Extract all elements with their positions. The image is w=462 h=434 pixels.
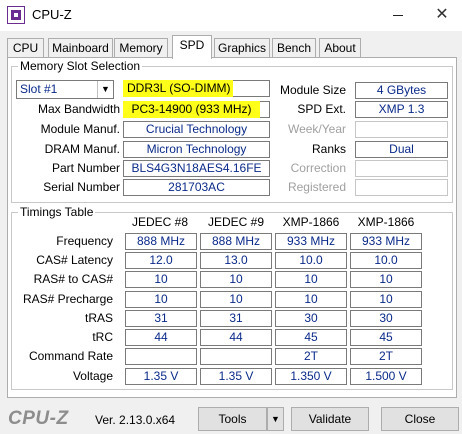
close-window-button[interactable]: ✕ bbox=[432, 5, 452, 25]
dram-manuf-field: Micron Technology bbox=[123, 141, 270, 158]
tab-mainboard[interactable]: Mainboard bbox=[48, 38, 113, 58]
timing-value-cell: 10 bbox=[275, 271, 347, 288]
timing-row-label: CAS# Latency bbox=[36, 253, 113, 267]
module-manuf-label: Module Manuf. bbox=[40, 122, 120, 136]
timing-row-label: Voltage bbox=[72, 369, 113, 383]
chevron-down-icon: ▼ bbox=[271, 414, 280, 424]
spd-ext-label: SPD Ext. bbox=[297, 102, 346, 116]
timing-row-label: tRAS bbox=[84, 311, 113, 325]
timing-value-cell: 44 bbox=[125, 329, 197, 346]
timings-table-title: Timings Table bbox=[18, 205, 96, 219]
timing-value-cell: 888 MHz bbox=[125, 233, 197, 250]
timing-value-cell: 12.0 bbox=[125, 252, 197, 269]
timing-value-cell: 2T bbox=[350, 348, 422, 365]
timing-value-cell: 1.350 V bbox=[275, 368, 347, 385]
timing-value-cell: 10.0 bbox=[350, 252, 422, 269]
week-year-field bbox=[355, 121, 448, 138]
title-bar: CPU-Z ✕ bbox=[0, 0, 462, 31]
timing-value-cell: 2T bbox=[275, 348, 347, 365]
timing-value-cell: 10.0 bbox=[275, 252, 347, 269]
slot-select[interactable]: Slot #1 ▼ bbox=[16, 80, 114, 99]
max-bandwidth-field-tail bbox=[260, 101, 270, 118]
timing-value-cell: 45 bbox=[275, 329, 347, 346]
week-year-label: Week/Year bbox=[287, 122, 346, 136]
timing-value-cell: 10 bbox=[125, 291, 197, 308]
timings-column-header: JEDEC #8 bbox=[131, 215, 189, 229]
timing-value-cell: 30 bbox=[350, 310, 422, 327]
module-size-field: 4 GBytes bbox=[355, 82, 448, 99]
registered-label: Registered bbox=[287, 180, 346, 194]
timing-value-cell: 10 bbox=[200, 271, 272, 288]
timings-column-header: JEDEC #9 bbox=[207, 215, 265, 229]
cpu-z-app-icon bbox=[7, 6, 25, 24]
tools-dropdown-button[interactable]: ▼ bbox=[267, 407, 284, 431]
memory-type-field: DDR3L (SO-DIMM) bbox=[123, 80, 233, 97]
minimize-button[interactable] bbox=[388, 5, 408, 25]
timing-row-label: RAS# to CAS# bbox=[33, 272, 113, 286]
chevron-down-icon: ▼ bbox=[97, 81, 113, 98]
timing-value-cell: 933 MHz bbox=[350, 233, 422, 250]
serial-number-label: Serial Number bbox=[43, 180, 120, 194]
cpu-z-logo: CPU-Z bbox=[8, 408, 69, 429]
version-text: Ver. 2.13.0.x64 bbox=[95, 413, 176, 427]
timing-value-cell: 10 bbox=[125, 271, 197, 288]
timing-value-cell: 10 bbox=[350, 291, 422, 308]
window-title: CPU-Z bbox=[32, 7, 72, 22]
ranks-field: Dual bbox=[355, 141, 448, 158]
timing-value-cell: 1.35 V bbox=[200, 368, 272, 385]
spd-ext-field: XMP 1.3 bbox=[355, 101, 448, 118]
minimize-icon bbox=[393, 15, 403, 16]
timing-value-cell bbox=[200, 348, 272, 365]
timing-value-cell: 888 MHz bbox=[200, 233, 272, 250]
ranks-label: Ranks bbox=[311, 142, 346, 156]
timing-value-cell: 10 bbox=[275, 291, 347, 308]
timing-value-cell: 31 bbox=[200, 310, 272, 327]
max-bandwidth-field: PC3-14900 (933 MHz) bbox=[123, 101, 260, 118]
memory-type-field-tail bbox=[233, 80, 270, 97]
timing-row-label: RAS# Precharge bbox=[22, 292, 113, 306]
tab-graphics[interactable]: Graphics bbox=[214, 38, 270, 58]
timing-row-label: Command Rate bbox=[28, 349, 113, 363]
close-button[interactable]: Close bbox=[381, 407, 459, 431]
registered-field bbox=[355, 179, 448, 196]
tab-about[interactable]: About bbox=[319, 38, 361, 58]
timings-column-header: XMP-1866 bbox=[357, 215, 415, 229]
timing-value-cell: 1.35 V bbox=[125, 368, 197, 385]
timing-value-cell: 1.500 V bbox=[350, 368, 422, 385]
tools-button[interactable]: Tools bbox=[198, 407, 267, 431]
timing-value-cell: 10 bbox=[200, 291, 272, 308]
correction-field bbox=[355, 160, 448, 177]
module-size-label: Module Size bbox=[279, 83, 346, 97]
tab-memory[interactable]: Memory bbox=[114, 38, 168, 58]
slot-select-value: Slot #1 bbox=[20, 82, 58, 96]
timing-value-cell: 30 bbox=[275, 310, 347, 327]
tab-bench[interactable]: Bench bbox=[272, 38, 316, 58]
timing-value-cell bbox=[125, 348, 197, 365]
part-number-label: Part Number bbox=[51, 161, 120, 175]
part-number-field: BLS4G3N18AES4.16FE bbox=[123, 160, 270, 177]
timings-column-header: XMP-1866 bbox=[282, 215, 340, 229]
timing-value-cell: 45 bbox=[350, 329, 422, 346]
timing-value-cell: 44 bbox=[200, 329, 272, 346]
module-manuf-field: Crucial Technology bbox=[123, 121, 270, 138]
timing-value-cell: 10 bbox=[350, 271, 422, 288]
memory-slot-selection-title: Memory Slot Selection bbox=[18, 59, 143, 73]
timing-value-cell: 31 bbox=[125, 310, 197, 327]
correction-label: Correction bbox=[290, 161, 346, 175]
serial-number-field: 281703AC bbox=[123, 179, 270, 196]
timing-row-label: tRC bbox=[92, 330, 113, 344]
timing-value-cell: 933 MHz bbox=[275, 233, 347, 250]
tab-spd[interactable]: SPD bbox=[172, 35, 212, 59]
tab-cpu[interactable]: CPU bbox=[7, 38, 44, 58]
timing-value-cell: 13.0 bbox=[200, 252, 272, 269]
max-bandwidth-label: Max Bandwidth bbox=[37, 102, 120, 116]
validate-button[interactable]: Validate bbox=[291, 407, 369, 431]
dram-manuf-label: DRAM Manuf. bbox=[44, 142, 120, 156]
timing-row-label: Frequency bbox=[56, 234, 113, 248]
